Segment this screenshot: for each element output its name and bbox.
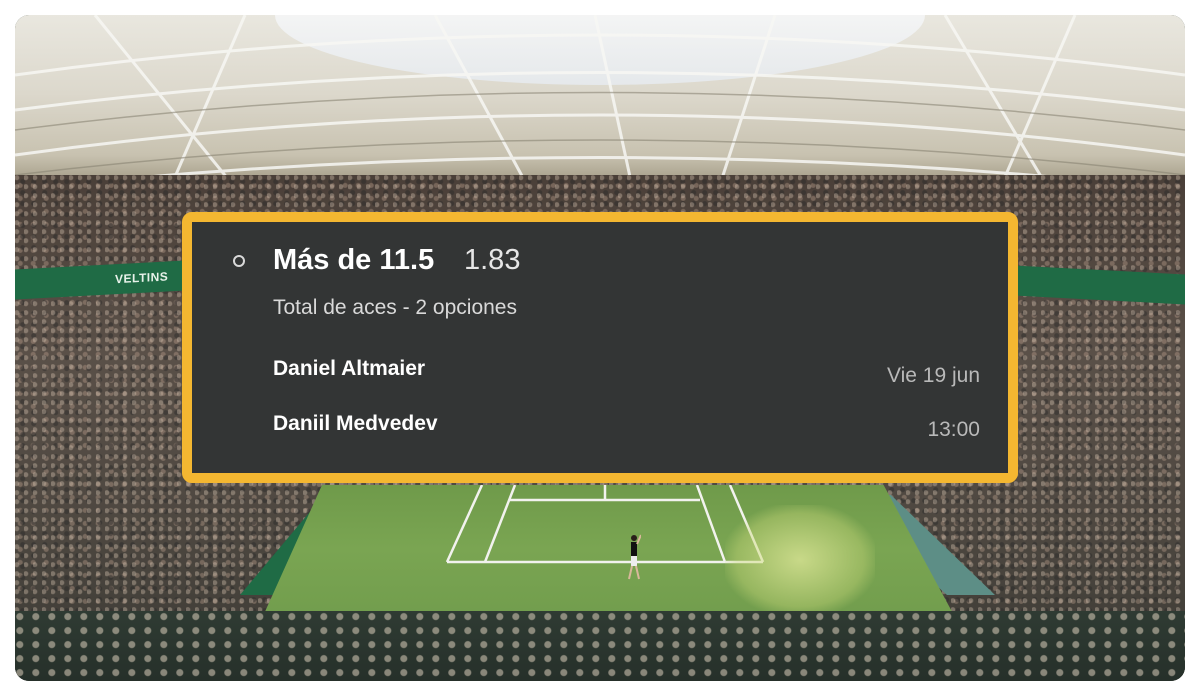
match-time: 13:00	[927, 418, 980, 441]
bet-selection-card[interactable]: Más de 11.5 1.83 Total de aces - 2 opcio…	[182, 212, 1018, 483]
odds-value: 1.83	[464, 244, 521, 276]
roof-truss	[15, 15, 1185, 200]
ad-text-left: VELTINS	[115, 269, 169, 287]
tennis-player	[628, 534, 641, 580]
lower-stand-crowd	[15, 611, 1185, 681]
sunlight-patch	[725, 505, 875, 615]
market-name: Total de aces - 2 opciones	[273, 296, 517, 319]
screen-frame: VELTINS Más de 11.5 1.83 Total de aces -…	[0, 0, 1200, 696]
match-date: Vie 19 jun	[886, 364, 980, 387]
player-1-name: Daniel Altmaier	[273, 357, 426, 380]
selection-title: Más de 11.5	[273, 244, 435, 276]
player-2-name: Daniil Medvedev	[273, 412, 438, 435]
radio-unselected-icon[interactable]	[233, 255, 245, 267]
